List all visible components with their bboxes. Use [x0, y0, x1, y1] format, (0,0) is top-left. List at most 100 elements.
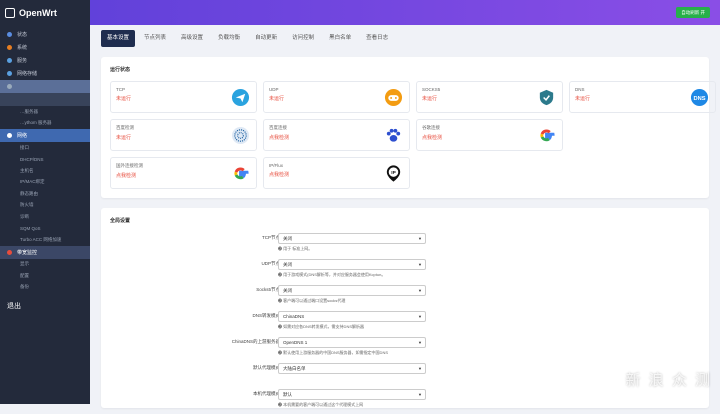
sidebar-item-label: 主机名: [20, 167, 34, 173]
sidebar-item-label: 配置: [20, 272, 29, 278]
field-help: ❷ 如需对应各DNS转发模式，需支持DNS解析器: [278, 324, 365, 329]
gamepad-icon: [384, 88, 403, 107]
status-card[interactable]: DNS 未运行 DNS: [569, 81, 716, 113]
sidebar-item[interactable]: 接口: [0, 142, 90, 154]
select-value: 关闭: [283, 288, 292, 293]
tab-bar: 基本设置 节点列表 高级设置 负载均衡 自动更新 访问控制 黑白名单 查看日志: [101, 30, 709, 47]
tab-0[interactable]: 基本设置: [101, 30, 136, 47]
sidebar-item[interactable]: 网络存储: [0, 67, 90, 80]
sidebar-item-label: 带宽监控: [17, 249, 38, 256]
field-label: Socks5节点: [256, 287, 280, 292]
sidebar-item[interactable]: 带宽监控: [0, 245, 90, 259]
sidebar: 状态 系统服务网络存储 …服务器 …ythom 服务器 网络接口 DHCP/DNS 主机名 I…: [0, 25, 90, 404]
auto-refresh-button[interactable]: 自动刷新 开: [676, 7, 710, 18]
status-card[interactable]: 百度检测 未运行: [110, 119, 257, 151]
sidebar-item[interactable]: 诊断: [0, 211, 90, 223]
tab-2[interactable]: 高级设置: [175, 30, 209, 47]
sidebar-item[interactable]: 防火墙: [0, 200, 90, 212]
menu-icon: [7, 84, 12, 89]
sidebar-item[interactable]: …服务器: [0, 106, 90, 118]
settings-form: TCP节点 关闭 ▼ ❷ 用于 标准上网。 UDP节点 关闭 ▼ ❷ 用于游戏模式(DNS解析…: [110, 232, 700, 414]
menu-icon: [7, 32, 12, 37]
field-select[interactable]: 关闭 ▼: [278, 285, 426, 296]
sidebar-item[interactable]: SQM QoS: [0, 223, 90, 235]
sidebar-item-label: 备份: [20, 284, 29, 290]
tab-6[interactable]: 黑白名单: [323, 30, 357, 47]
sidebar-item-label: 接口: [20, 144, 29, 150]
status-card[interactable]: SOCKS5 未运行: [416, 81, 563, 113]
sidebar-item[interactable]: DHCP/DNS: [0, 154, 90, 166]
tab-3[interactable]: 负载均衡: [212, 30, 246, 47]
status-title: 运行状态: [110, 67, 131, 73]
sidebar-item[interactable]: …ythom 服务器: [0, 118, 90, 130]
sidebar-item[interactable]: 服务: [0, 54, 90, 67]
openwrt-icon: [5, 7, 15, 18]
field-help: ❷ 客户端可以通过端口设置socks代理: [278, 298, 346, 303]
main-content: 基本设置 节点列表 高级设置 负载均衡 自动更新 访问控制 黑白名单 查看日志 运行状态 TC…: [90, 25, 720, 408]
menu-icon: [7, 71, 12, 76]
select-value: 大陆白名单: [283, 366, 306, 371]
tab-1[interactable]: 节点列表: [138, 30, 172, 47]
status-card[interactable]: 百度连接 点我检测: [263, 119, 410, 151]
sidebar-item[interactable]: 状态: [0, 28, 90, 41]
select-value: 关闭: [283, 236, 292, 241]
telegram-icon: [231, 88, 250, 107]
sidebar-item[interactable]: 显示: [0, 259, 90, 271]
paw-icon: [384, 126, 403, 145]
field-select[interactable]: 默认 ▼: [278, 389, 426, 400]
sidebar-item[interactable]: 系统: [0, 41, 90, 54]
sidebar-item[interactable]: 主机名: [0, 165, 90, 177]
status-card[interactable]: UDP 未运行: [263, 81, 410, 113]
sidebar-item[interactable]: 静态路由: [0, 188, 90, 200]
chevron-down-icon: ▼: [418, 236, 422, 241]
field-label: 默认代理模式: [253, 365, 280, 370]
menu-icon: [7, 133, 12, 138]
field-select[interactable]: ChinaDNS ▼: [278, 311, 426, 322]
select-value: 默认: [283, 392, 292, 397]
sidebar-item-label: SQM QoS: [20, 225, 41, 231]
app-logo[interactable]: OpenWrt: [0, 0, 90, 25]
sidebar-item[interactable]: IP/MAC绑定: [0, 177, 90, 189]
field-select[interactable]: OpenDNS 1 ▼: [278, 337, 426, 348]
svg-text:IP: IP: [391, 170, 396, 176]
global-settings-panel: 全局设置 TCP节点 关闭 ▼ ❷ 用于 标准上网。 UDP节点 关闭 ▼ ❷ 用于游戏模式(…: [101, 208, 709, 408]
logout-link[interactable]: 退出: [0, 299, 90, 312]
field-select[interactable]: 关闭 ▼: [278, 233, 426, 244]
field-help: ❷ 用于游戏模式(DNS解析等，并对应服务器会使用Kcptun。: [278, 272, 386, 277]
status-card[interactable]: IP/Flux 点我检测 IP: [263, 157, 410, 189]
ip-pin-icon: IP: [384, 164, 403, 183]
menu-icon: [7, 45, 12, 50]
sidebar-item[interactable]: Turbo ACC 网络加速: [0, 234, 90, 246]
status-card[interactable]: 国外连接检测 点我检测: [110, 157, 257, 189]
chevron-down-icon: ▼: [418, 392, 422, 397]
sidebar-item-label: IP/MAC绑定: [20, 179, 45, 185]
sidebar-item[interactable]: 备份: [0, 282, 90, 294]
tab-7[interactable]: 查看日志: [360, 30, 394, 47]
sidebar-item[interactable]: 网络: [0, 129, 90, 142]
tab-5[interactable]: 访问控制: [286, 30, 320, 47]
sidebar-item-label: 网络存储: [17, 71, 38, 77]
form-row: Socks5节点 关闭 ▼ ❷ 客户端可以通过端口设置socks代理: [110, 284, 700, 310]
select-value: OpenDNS 1: [283, 340, 308, 345]
select-value: ChinaDNS: [283, 314, 305, 319]
field-help: ❷ 本机需要的客户端可以通过这个代理模式上网: [278, 402, 364, 407]
sidebar-item-label: 服务: [17, 58, 28, 64]
google-icon: [537, 126, 556, 145]
status-card[interactable]: TCP 未运行: [110, 81, 257, 113]
field-select[interactable]: 大陆白名单 ▼: [278, 363, 426, 374]
form-row: ChinaDNS的上游服务器 OpenDNS 1 ▼ ❷ 默认使用上游服务器的中国DN…: [110, 336, 700, 362]
dns-icon: DNS: [690, 88, 709, 107]
field-select[interactable]: 关闭 ▼: [278, 259, 426, 270]
status-card[interactable]: 谷歌连接 点我检测: [416, 119, 563, 151]
status-cards: TCP 未运行 UDP 未运行 SOCKS5 未运行 DNS 未运行 DNS 百度检测 未运行 百度连…: [110, 81, 716, 189]
form-row: UDP节点 关闭 ▼ ❷ 用于游戏模式(DNS解析等，并对应服务器会使用Kcptun。: [110, 258, 700, 284]
tab-4[interactable]: 自动更新: [249, 30, 283, 47]
sidebar-item[interactable]: [0, 80, 90, 93]
watermark: 新 浪 众 测: [625, 372, 712, 389]
sidebar-item[interactable]: [0, 93, 90, 106]
sidebar-item-label: Turbo ACC 网络加速: [20, 236, 62, 242]
field-label: ChinaDNS的上游服务器: [231, 339, 280, 344]
field-help: ❷ 默认使用上游服务器的中国DNS服务器，如需指定中国DNS: [278, 350, 389, 355]
network-ball-icon: [231, 126, 250, 145]
sidebar-item[interactable]: 配置: [0, 270, 90, 282]
